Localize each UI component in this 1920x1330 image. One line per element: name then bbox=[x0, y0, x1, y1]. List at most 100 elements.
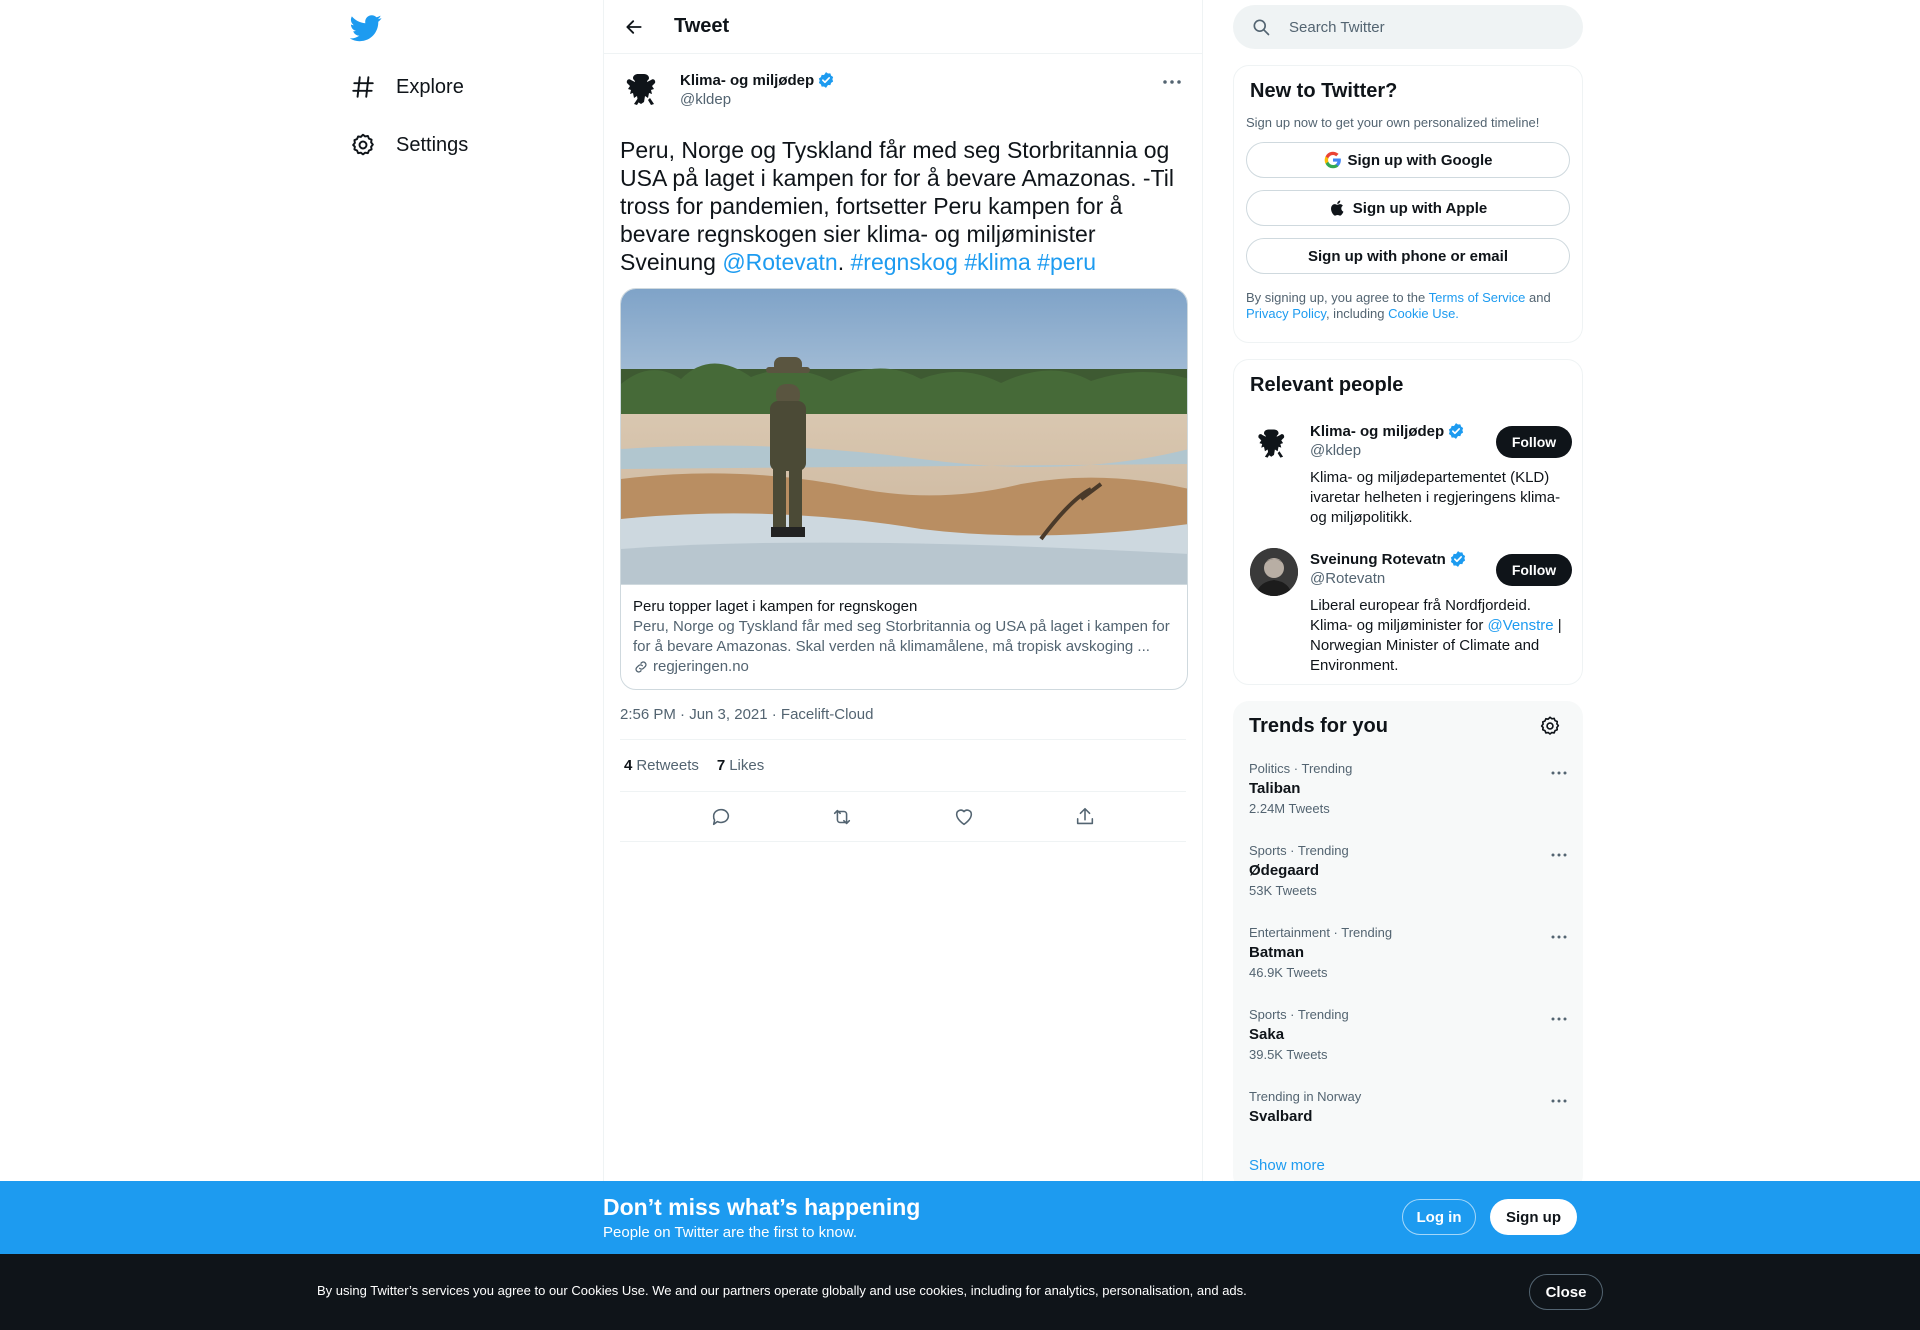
person-bio: Klima- og miljødepartementet (KLD) ivare… bbox=[1310, 469, 1561, 526]
trend-context: Sports · Trending bbox=[1249, 843, 1349, 858]
tweet: Klima- og miljødep @kldep Peru, Norge og… bbox=[604, 54, 1202, 842]
gear-icon bbox=[350, 132, 376, 158]
trend-name: Saka bbox=[1249, 1026, 1285, 1043]
card-domain-text: regjeringen.no bbox=[653, 658, 749, 675]
signup-phone-email-button[interactable]: Sign up with phone or email bbox=[1246, 238, 1570, 274]
terms-of-service-link[interactable]: Terms of Service bbox=[1429, 290, 1526, 305]
back-arrow-icon[interactable] bbox=[616, 9, 652, 45]
card-image[interactable] bbox=[621, 289, 1187, 585]
avatar[interactable] bbox=[1250, 548, 1298, 596]
more-options-icon[interactable] bbox=[1547, 1089, 1571, 1113]
more-options-icon[interactable] bbox=[1547, 843, 1571, 867]
trend-item[interactable]: Entertainment · Trending Batman 46.9K Tw… bbox=[1249, 925, 1569, 980]
page-title: Tweet bbox=[674, 15, 730, 37]
author-name[interactable]: Klima- og miljødep bbox=[680, 71, 835, 89]
verified-badge-icon bbox=[1449, 550, 1467, 568]
google-icon bbox=[1324, 151, 1342, 169]
trend-item[interactable]: Politics · Trending Taliban 2.24M Tweets bbox=[1249, 761, 1569, 816]
link-icon bbox=[633, 659, 649, 675]
main-column: Tweet Klima- og miljødep @kldep Peru, No… bbox=[603, 0, 1203, 1330]
tweet-timestamp[interactable]: 2:56 PM · Jun 3, 2021 · Facelift-Cloud bbox=[620, 706, 1186, 740]
nav-explore-label: Explore bbox=[396, 75, 464, 98]
person-card[interactable]: Klima- og miljødep @kldep Follow Klima- … bbox=[1250, 420, 1572, 530]
trend-name: Ødegaard bbox=[1249, 862, 1320, 879]
trend-name: Batman bbox=[1249, 944, 1305, 961]
trend-count: 2.24M Tweets bbox=[1249, 801, 1330, 816]
gear-icon[interactable] bbox=[1539, 715, 1561, 737]
share-icon[interactable] bbox=[1074, 806, 1096, 828]
login-button[interactable]: Log in bbox=[1402, 1199, 1476, 1235]
signup-button[interactable]: Sign up bbox=[1490, 1199, 1577, 1235]
avatar[interactable] bbox=[1250, 420, 1298, 468]
hashtag-link-regnskog[interactable]: #regnskog bbox=[851, 249, 958, 275]
banner-subtitle: People on Twitter are the first to know. bbox=[603, 1224, 858, 1241]
person-card[interactable]: Sveinung Rotevatn @Rotevatn Follow Liber… bbox=[1250, 548, 1572, 678]
close-cookie-button[interactable]: Close bbox=[1529, 1274, 1603, 1310]
trend-context: Politics · Trending bbox=[1249, 761, 1353, 776]
like-heart-icon[interactable] bbox=[953, 806, 975, 828]
person-bio: Liberal europear frå Nordfjordeid. Klima… bbox=[1310, 596, 1570, 676]
nav-settings[interactable]: Settings bbox=[350, 127, 468, 163]
author-handle[interactable]: @kldep bbox=[680, 91, 835, 108]
twitter-bird-icon[interactable] bbox=[350, 12, 382, 44]
cookie-consent-bar: By using Twitter’s services you agree to… bbox=[0, 1254, 1920, 1330]
main-header: Tweet bbox=[604, 0, 1202, 54]
link-card[interactable]: Peru topper laget i kampen for regnskoge… bbox=[620, 288, 1188, 690]
person-handle[interactable]: @Rotevatn bbox=[1310, 570, 1385, 587]
cookie-text: By using Twitter’s services you agree to… bbox=[317, 1283, 1247, 1298]
mention-link-rotevatn[interactable]: @Rotevatn bbox=[722, 249, 837, 275]
relevant-people-title: Relevant people bbox=[1250, 374, 1404, 396]
trend-item[interactable]: Sports · Trending Ødegaard 53K Tweets bbox=[1249, 843, 1569, 898]
nav-explore[interactable]: Explore bbox=[350, 69, 464, 105]
person-name-text: Klima- og miljødep bbox=[1310, 422, 1445, 440]
retweets-count[interactable]: 4 bbox=[624, 757, 632, 774]
card-domain: regjeringen.no bbox=[633, 657, 1175, 677]
person-name-text: Sveinung Rotevatn bbox=[1310, 550, 1446, 568]
reply-icon[interactable] bbox=[710, 806, 732, 828]
show-more-link[interactable]: Show more bbox=[1249, 1157, 1325, 1174]
hashtag-link-klima[interactable]: #klima bbox=[964, 249, 1030, 275]
signup-google-label: Sign up with Google bbox=[1347, 151, 1493, 169]
new-to-twitter-panel: New to Twitter? Sign up now to get your … bbox=[1233, 65, 1583, 343]
likes-label[interactable]: Likes bbox=[729, 757, 764, 774]
trend-item[interactable]: Sports · Trending Saka 39.5K Tweets bbox=[1249, 1007, 1569, 1062]
follow-button[interactable]: Follow bbox=[1496, 426, 1572, 458]
card-description: Peru, Norge og Tyskland får med seg Stor… bbox=[633, 618, 1170, 655]
card-title: Peru topper laget i kampen for regnskoge… bbox=[633, 598, 918, 615]
signup-phone-label: Sign up with phone or email bbox=[1307, 247, 1508, 265]
new-to-twitter-subtitle: Sign up now to get your own personalized… bbox=[1246, 115, 1540, 130]
tweet-author: Klima- og miljødep @kldep bbox=[620, 66, 1186, 124]
retweet-icon[interactable] bbox=[831, 806, 853, 828]
search-input[interactable] bbox=[1289, 18, 1559, 36]
hashtag-icon bbox=[350, 74, 376, 100]
apple-icon bbox=[1329, 199, 1347, 217]
search-bar[interactable] bbox=[1233, 5, 1583, 49]
likes-count[interactable]: 7 bbox=[717, 757, 725, 774]
new-to-twitter-title: New to Twitter? bbox=[1250, 80, 1398, 102]
search-icon bbox=[1251, 17, 1271, 37]
author-avatar[interactable] bbox=[620, 66, 668, 114]
legal-text-2: and bbox=[1525, 290, 1551, 305]
trend-name: Svalbard bbox=[1249, 1108, 1313, 1125]
more-options-icon[interactable] bbox=[1547, 925, 1571, 949]
legal-text-1: By signing up, you agree to the bbox=[1246, 290, 1429, 305]
cookie-use-link[interactable]: Cookie Use. bbox=[1388, 306, 1459, 321]
person-name[interactable]: Klima- og miljødep bbox=[1310, 422, 1465, 440]
trend-item[interactable]: Trending in Norway Svalbard bbox=[1249, 1089, 1569, 1125]
trends-title: Trends for you bbox=[1249, 715, 1388, 737]
signup-google-button[interactable]: Sign up with Google bbox=[1246, 142, 1570, 178]
mention-link-venstre[interactable]: @Venstre bbox=[1488, 617, 1554, 634]
more-options-icon[interactable] bbox=[1158, 68, 1186, 96]
more-options-icon[interactable] bbox=[1547, 761, 1571, 785]
hashtag-link-peru[interactable]: #peru bbox=[1037, 249, 1096, 275]
banner-title: Don’t miss what’s happening bbox=[603, 1194, 921, 1220]
signup-apple-label: Sign up with Apple bbox=[1352, 199, 1488, 217]
signup-apple-button[interactable]: Sign up with Apple bbox=[1246, 190, 1570, 226]
privacy-policy-link[interactable]: Privacy Policy bbox=[1246, 306, 1326, 321]
person-handle[interactable]: @kldep bbox=[1310, 442, 1361, 459]
retweets-label[interactable]: Retweets bbox=[636, 757, 699, 774]
follow-button[interactable]: Follow bbox=[1496, 554, 1572, 586]
more-options-icon[interactable] bbox=[1547, 1007, 1571, 1031]
nav-settings-label: Settings bbox=[396, 133, 469, 156]
person-name[interactable]: Sveinung Rotevatn bbox=[1310, 550, 1467, 568]
